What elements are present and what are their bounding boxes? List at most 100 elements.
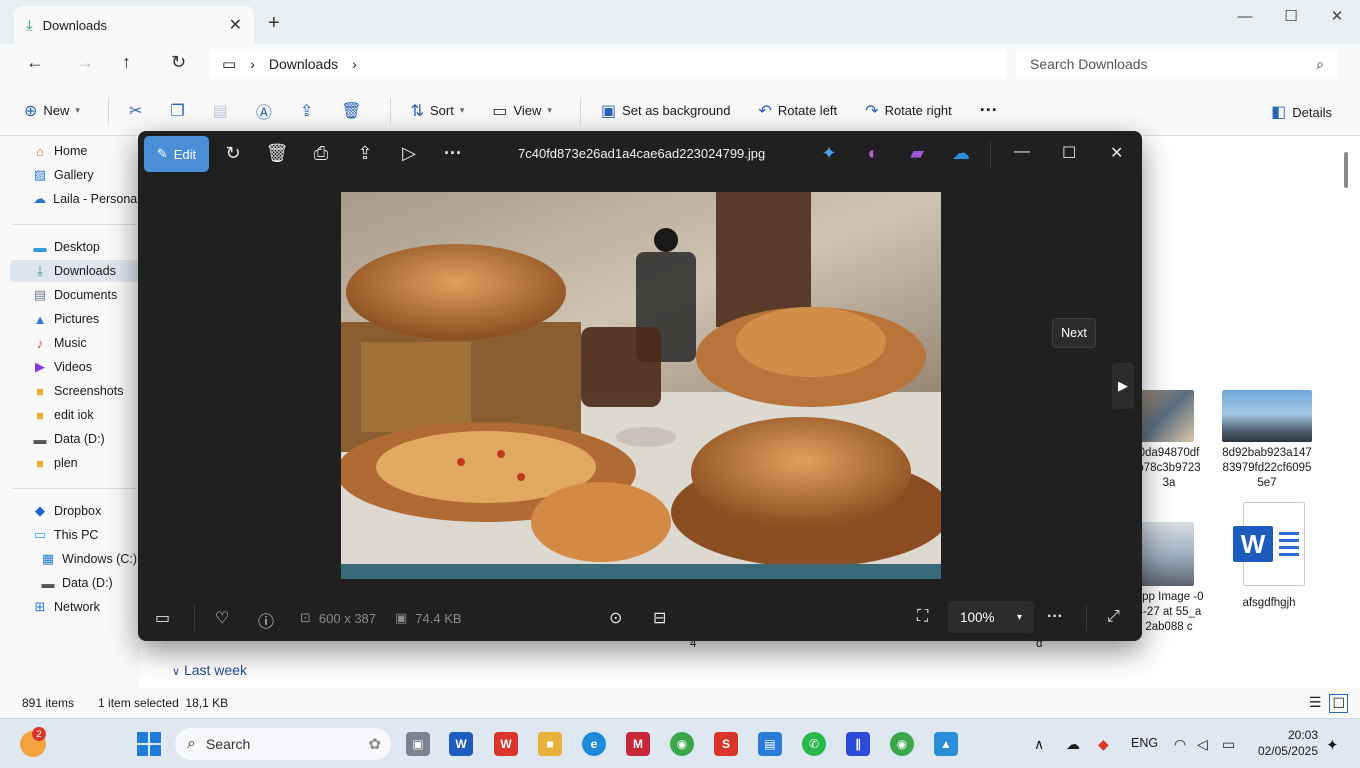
edge-app-icon[interactable]: e (582, 732, 606, 756)
taskbar-search[interactable]: ⌕ Search ✿ (175, 728, 391, 760)
fullscreen-icon[interactable]: ⤢ (1107, 608, 1120, 626)
sidebar-item-pictures[interactable]: ▲ Pictures (10, 308, 140, 330)
sidebar-item-data-d[interactable]: ▬ Data (D:) (10, 428, 140, 450)
cut-icon[interactable]: ✂ (129, 101, 142, 121)
rotate-right-button[interactable]: ↷ Rotate right (865, 101, 952, 121)
fit-to-window-icon[interactable]: ⛶ (917, 608, 928, 626)
breadcrumb-downloads[interactable]: Downloads (269, 56, 338, 72)
filmstrip-icon[interactable]: ▭ (155, 608, 170, 628)
view-button[interactable]: ▭ View ▾ (492, 101, 552, 121)
sidebar-item-onedrive[interactable]: ☁ Laila - Personal (10, 188, 140, 210)
chrome-profile-app-icon[interactable]: ◉ (890, 732, 914, 756)
photo-canvas[interactable] (341, 192, 941, 579)
maximize-icon[interactable]: ☐ (1062, 143, 1076, 163)
zoom-dropdown[interactable]: 100% ▾ (948, 601, 1034, 633)
chrome-app-icon[interactable]: ◉ (670, 732, 694, 756)
new-tab-icon[interactable]: + (268, 12, 280, 35)
sidebar-item-videos[interactable]: ▶ Videos (10, 356, 140, 378)
visual-search-icon[interactable]: ⊙ (609, 608, 622, 628)
app-tray-icon[interactable]: ◆ (1098, 736, 1109, 753)
sidebar-item-windows-c[interactable]: ▦ Windows (C:) (10, 548, 140, 570)
sidebar-item-plen[interactable]: ■ plen (10, 452, 140, 474)
sort-button[interactable]: ⇅ Sort ▾ (411, 101, 465, 121)
more-options-icon[interactable]: ··· (441, 143, 465, 164)
clock[interactable]: 20:03 02/05/2025 (1258, 727, 1318, 759)
minimize-icon[interactable]: — (1014, 143, 1030, 161)
sidebar-item-this-pc[interactable]: ▭ This PC (10, 524, 140, 546)
info-icon[interactable]: ⓘ (258, 608, 274, 632)
wps-app-icon[interactable]: W (494, 732, 518, 756)
sidebar-item-network[interactable]: ⊞ Network (10, 596, 140, 618)
paste-icon[interactable]: ▤ (213, 101, 228, 121)
file-item[interactable]: W afsgdfhgjh (1224, 502, 1314, 611)
set-as-background-button[interactable]: ▣ Set as background (601, 101, 731, 121)
sidebar-item-gallery[interactable]: ▨ Gallery (10, 164, 140, 186)
language-indicator[interactable]: ENG (1131, 736, 1158, 750)
up-arrow-icon[interactable]: ↑ (122, 52, 131, 73)
close-window-icon[interactable]: ✕ (1314, 0, 1360, 32)
task-view-icon[interactable]: ▣ (406, 732, 430, 756)
close-icon[interactable]: ✕ (1110, 143, 1123, 163)
photos-app-icon[interactable]: ▲ (934, 732, 958, 756)
edit-button[interactable]: ✎ Edit (144, 136, 209, 172)
battery-icon[interactable]: ▭ (1222, 736, 1235, 753)
notifications-icon[interactable]: ✦ (1326, 736, 1339, 754)
whatsapp-app-icon[interactable]: ✆ (802, 732, 826, 756)
sidebar-item-music[interactable]: ♪ Music (10, 332, 140, 354)
search-input[interactable]: Search Downloads ⌕ (1016, 49, 1338, 79)
next-photo-button[interactable]: ▶ (1112, 363, 1134, 409)
word-app-icon[interactable]: W (449, 732, 473, 756)
slideshow-icon[interactable]: ▷ (397, 143, 421, 164)
share-icon[interactable]: ⇪ (353, 143, 377, 164)
print-icon[interactable]: ⎙ (309, 143, 333, 164)
designer-icon[interactable]: ✦ (817, 143, 841, 164)
address-field[interactable]: ▭ › Downloads › (210, 49, 1006, 79)
tiles-view-icon[interactable]: ☐ (1329, 694, 1348, 713)
minimize-icon[interactable]: — (1222, 0, 1268, 32)
file-item[interactable]: 0da94870df b78c3b9723 3a (1134, 390, 1204, 491)
back-arrow-icon[interactable]: ← (26, 52, 44, 73)
text-extract-icon[interactable]: ⊟ (653, 608, 666, 628)
close-tab-icon[interactable]: ✕ (229, 15, 242, 35)
file-item[interactable]: App Image -04-27 at 55_a2ab088 c (1134, 522, 1204, 635)
maximize-icon[interactable]: ☐ (1268, 0, 1314, 32)
favorite-heart-icon[interactable]: ♡ (215, 608, 229, 628)
sidebar-item-desktop[interactable]: ▬ Desktop (10, 236, 140, 258)
rotate-icon[interactable]: ↻ (221, 143, 245, 164)
copy-icon[interactable]: ❐ (170, 101, 184, 121)
new-button[interactable]: ⊕ New ▾ (24, 101, 80, 121)
sidebar-item-home[interactable]: ⌂ Home (10, 140, 140, 162)
refresh-icon[interactable]: ↻ (171, 52, 186, 73)
sidebar-item-documents[interactable]: ▤ Documents (10, 284, 140, 306)
more-options-icon[interactable]: ··· (980, 100, 998, 121)
share-icon[interactable]: ⇪ (300, 101, 313, 121)
sidebar-item-dropbox[interactable]: ◆ Dropbox (10, 500, 140, 522)
breadcrumb-chevron-icon[interactable]: › (352, 56, 357, 72)
video-editor-icon[interactable]: ▰ (905, 143, 929, 164)
details-view-icon[interactable]: ☰ (1309, 694, 1322, 713)
vertical-scrollbar[interactable] (1344, 152, 1348, 188)
sheets-app-icon[interactable]: S (714, 732, 738, 756)
forward-arrow-icon[interactable]: → (76, 52, 94, 73)
sidebar-item-screenshots[interactable]: ■ Screenshots (10, 380, 140, 402)
cloud-sync-icon[interactable]: ☁ (1066, 736, 1080, 753)
onedrive-icon[interactable]: ☁ (949, 143, 973, 164)
wifi-icon[interactable]: ◠ (1174, 736, 1186, 753)
delete-icon[interactable]: 🗑 (265, 143, 289, 164)
breadcrumb-chevron-icon[interactable]: › (250, 56, 255, 72)
volume-icon[interactable]: ◁ (1197, 736, 1208, 753)
rename-icon[interactable]: Ⓐ (256, 99, 272, 123)
delete-icon[interactable]: 🗑 (341, 101, 361, 121)
details-button[interactable]: ◧ Details (1271, 102, 1332, 122)
more-options-icon[interactable]: ··· (1047, 608, 1063, 626)
start-button[interactable] (137, 732, 161, 756)
mendeley-app-icon[interactable]: M (626, 732, 650, 756)
pen-app-icon[interactable]: ∥ (846, 732, 870, 756)
notepad-app-icon[interactable]: ▤ (758, 732, 782, 756)
sidebar-item-data-d-2[interactable]: ▬ Data (D:) (10, 572, 140, 594)
tab-downloads[interactable]: ⤓ Downloads ✕ (14, 6, 254, 44)
file-explorer-app-icon[interactable]: ■ (538, 732, 562, 756)
file-item[interactable]: 8d92bab923a147 83979fd22cf6095 5e7 (1222, 390, 1312, 491)
clipchamp-icon[interactable]: ◐ (861, 143, 885, 164)
sidebar-item-edit-iok[interactable]: ■ edit iok (10, 404, 140, 426)
